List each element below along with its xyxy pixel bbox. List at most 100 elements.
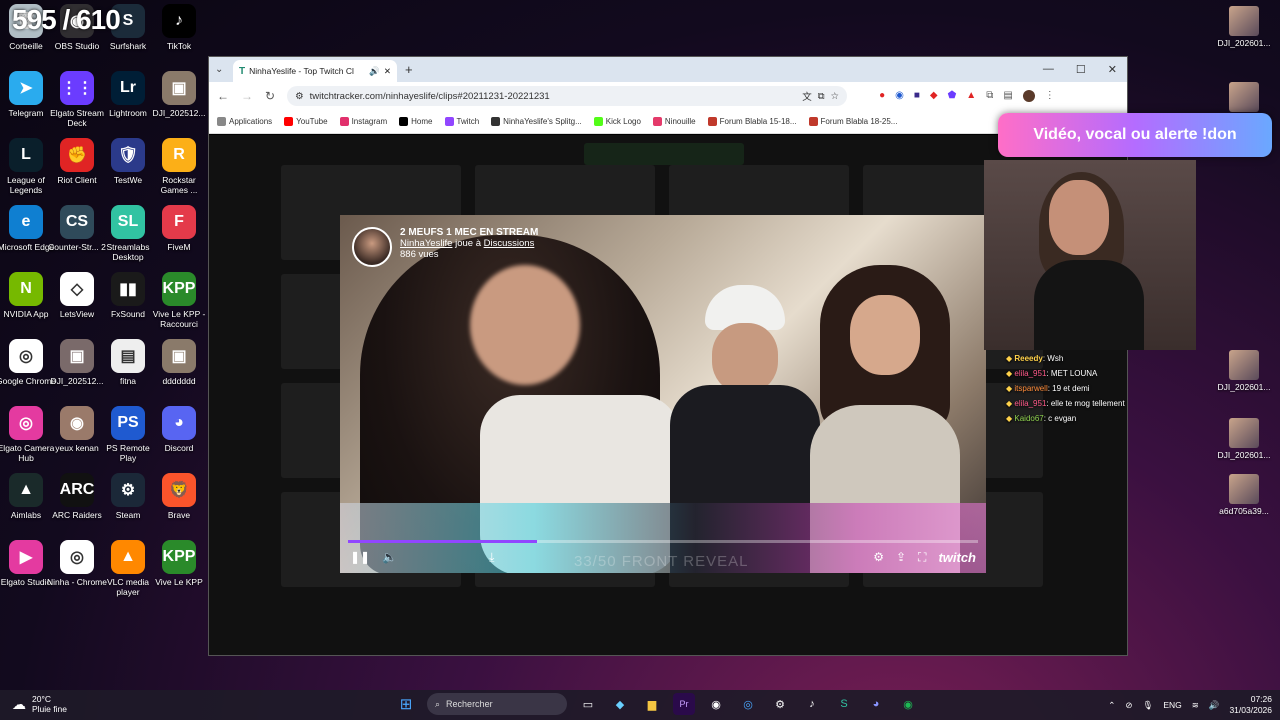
close-icon[interactable]: ✕ xyxy=(1108,63,1117,76)
bookmark-item[interactable]: Ninouille xyxy=(652,117,696,126)
extension-icon[interactable]: ◆ xyxy=(930,90,938,102)
desktop-icon-label: a6d705a39... xyxy=(1219,506,1269,516)
forward-icon[interactable]: → xyxy=(241,89,253,103)
desktop-icon-label: Telegram xyxy=(8,108,44,118)
network-off-icon[interactable]: ⊘ xyxy=(1125,700,1132,711)
site-info-icon[interactable]: ⚙ xyxy=(295,91,304,102)
desktop-file-icon[interactable]: DJI_202601... xyxy=(1214,6,1274,48)
bookmark-item[interactable]: Twitch xyxy=(444,117,479,126)
desktop-icon[interactable]: ♪ TikTok xyxy=(149,4,209,51)
new-tab-icon[interactable]: + xyxy=(405,62,413,77)
volume-tray-icon[interactable]: 🔊 xyxy=(1209,700,1220,711)
chrome-taskbar-icon[interactable]: ◎ xyxy=(737,693,759,715)
pause-icon[interactable]: ❚❚ xyxy=(350,550,370,564)
bookmark-favicon-icon xyxy=(593,117,603,126)
reload-icon[interactable]: ↻ xyxy=(265,89,275,103)
bookmark-item[interactable]: Instagram xyxy=(339,117,387,126)
donation-banner: Vidéo, vocal ou alerte !don xyxy=(998,113,1272,157)
bookmark-item[interactable]: NinhaYeslife's Splitg... xyxy=(491,117,582,126)
desktop-file-icon[interactable]: a6d705a39... xyxy=(1214,474,1274,516)
chevron-up-icon[interactable]: ⌃ xyxy=(1108,700,1115,711)
clip-video-player[interactable]: 2 MEUFS 1 MEC EN STREAM NinhaYeslife jou… xyxy=(340,215,986,573)
fullscreen-icon[interactable]: ⛶ xyxy=(918,550,926,565)
extension-icon[interactable]: ◉ xyxy=(895,90,904,102)
tiktok-taskbar-icon[interactable]: ♪ xyxy=(801,693,823,715)
extension-icon[interactable]: ▲ xyxy=(966,90,976,102)
bookmarks-bar: Applications YouTube Instagram Home Twitch Ni… xyxy=(209,110,1127,134)
bookmark-star-icon[interactable]: ☆ xyxy=(831,91,840,102)
maximize-icon[interactable]: ☐ xyxy=(1076,63,1086,76)
extension-icon[interactable]: ● xyxy=(879,90,885,102)
back-icon[interactable]: ← xyxy=(217,89,229,103)
weather-widget[interactable]: ☁ 20°C Pluie fine xyxy=(12,694,67,714)
windows-start-icon[interactable]: ⊞ xyxy=(395,693,417,715)
minimize-icon[interactable]: — xyxy=(1043,63,1054,76)
bookmark-item[interactable]: Forum Blabla 18-25... xyxy=(808,117,897,126)
desktop-icon[interactable]: ▣ ddddddd xyxy=(149,339,209,386)
desktop-icon[interactable]: R Rockstar Games ... xyxy=(149,138,209,195)
image-thumbnail xyxy=(1229,6,1259,36)
speaker-icon[interactable]: 🔊 xyxy=(369,66,380,77)
desktop-icon-label: DJI_202601... xyxy=(1217,450,1271,460)
extension-icon[interactable]: ■ xyxy=(914,90,920,102)
desktop-icon-label: Steam xyxy=(115,510,141,520)
sidebar-icon[interactable]: ▤ xyxy=(1003,90,1012,102)
desktop-icon[interactable]: F FiveM xyxy=(149,205,209,252)
profile-avatar[interactable] xyxy=(1022,90,1035,102)
explorer-icon[interactable]: ▆ xyxy=(641,693,663,715)
channel-avatar[interactable] xyxy=(352,227,392,267)
steam-taskbar-icon[interactable]: ⚙ xyxy=(769,693,791,715)
obs-taskbar-icon[interactable]: ◉ xyxy=(705,693,727,715)
clock[interactable]: 07:26 31/03/2026 xyxy=(1229,694,1272,716)
desktop-icon[interactable]: ◕ Discord xyxy=(149,406,209,453)
app-icon: e xyxy=(9,205,43,239)
premiere-icon[interactable]: Pr xyxy=(673,693,695,715)
task-view-icon[interactable]: ▭ xyxy=(577,693,599,715)
desktop-icon-label: Lightroom xyxy=(109,108,147,118)
desktop-file-icon[interactable]: DJI_202601... xyxy=(1214,350,1274,392)
channel-link[interactable]: NinhaYeslife xyxy=(400,238,452,249)
translate-icon[interactable]: 文 xyxy=(802,89,812,103)
extension-icon[interactable]: ⬟ xyxy=(948,90,957,102)
streamlabs-taskbar-icon[interactable]: S xyxy=(833,693,855,715)
tab-list-icon[interactable]: ⌄ xyxy=(215,64,233,75)
image-thumbnail xyxy=(1229,350,1259,380)
nav-bar: ← → ↻ ⚙ twitchtracker.com/ninhayeslife/c… xyxy=(209,82,1127,110)
desktop-icon[interactable]: ▣ DJI_202512... xyxy=(149,71,209,118)
desktop-icon[interactable]: KPP Vive Le KPP xyxy=(149,540,209,587)
volume-icon[interactable]: 🔈 xyxy=(382,550,397,564)
copilot-icon[interactable]: ◆ xyxy=(609,693,631,715)
chat-text: : MET LOUNA xyxy=(1046,369,1098,378)
app-icon: F xyxy=(162,205,196,239)
download-icon[interactable]: ⤓ xyxy=(489,550,494,565)
language-indicator[interactable]: ENG xyxy=(1163,700,1181,710)
share-icon[interactable]: ⇪ xyxy=(896,550,906,564)
install-icon[interactable]: ⧉ xyxy=(818,91,825,102)
tab-close-icon[interactable]: ✕ xyxy=(384,66,391,77)
bookmark-item[interactable]: YouTube xyxy=(284,117,328,126)
desktop-file-icon[interactable]: DJI_202601... xyxy=(1214,418,1274,460)
bookmark-item[interactable]: Forum Blabla 15-18... xyxy=(707,117,797,126)
wifi-icon[interactable]: ≋ xyxy=(1192,700,1199,711)
discord-taskbar-icon[interactable]: ◕ xyxy=(865,693,887,715)
webcam-overlay xyxy=(984,160,1196,350)
puzzle-icon[interactable]: ⧉ xyxy=(986,90,993,102)
settings-icon[interactable]: ⚙ xyxy=(873,550,884,564)
chat-username: elila_951 xyxy=(1014,399,1047,408)
twitch-logo[interactable]: twitch xyxy=(938,550,976,565)
bookmark-item[interactable]: Home xyxy=(399,117,433,126)
menu-icon[interactable]: ⋮ xyxy=(1045,90,1055,102)
spotify-taskbar-icon[interactable]: ◉ xyxy=(897,693,919,715)
bookmark-item[interactable]: Applications xyxy=(217,117,272,126)
active-tab[interactable]: T NinhaYeslife - Top Twitch Cl 🔊 ✕ xyxy=(233,60,397,82)
taskbar-search[interactable]: ⌕ Rechercher xyxy=(427,693,567,715)
desktop-icon[interactable]: 🦁 Brave xyxy=(149,473,209,520)
bookmark-item[interactable]: Kick Logo xyxy=(593,117,641,126)
desktop-icon-label: FiveM xyxy=(167,242,191,252)
clock-date: 31/03/2026 xyxy=(1229,705,1272,715)
address-bar[interactable]: ⚙ twitchtracker.com/ninhayeslife/clips#2… xyxy=(287,86,848,106)
desktop-icon[interactable]: KPP Vive Le KPP - Raccourci xyxy=(149,272,209,329)
bookmark-label: Applications xyxy=(229,117,273,126)
game-link[interactable]: Discussions xyxy=(484,238,535,249)
mic-icon[interactable]: 🎙 xyxy=(1143,700,1154,711)
